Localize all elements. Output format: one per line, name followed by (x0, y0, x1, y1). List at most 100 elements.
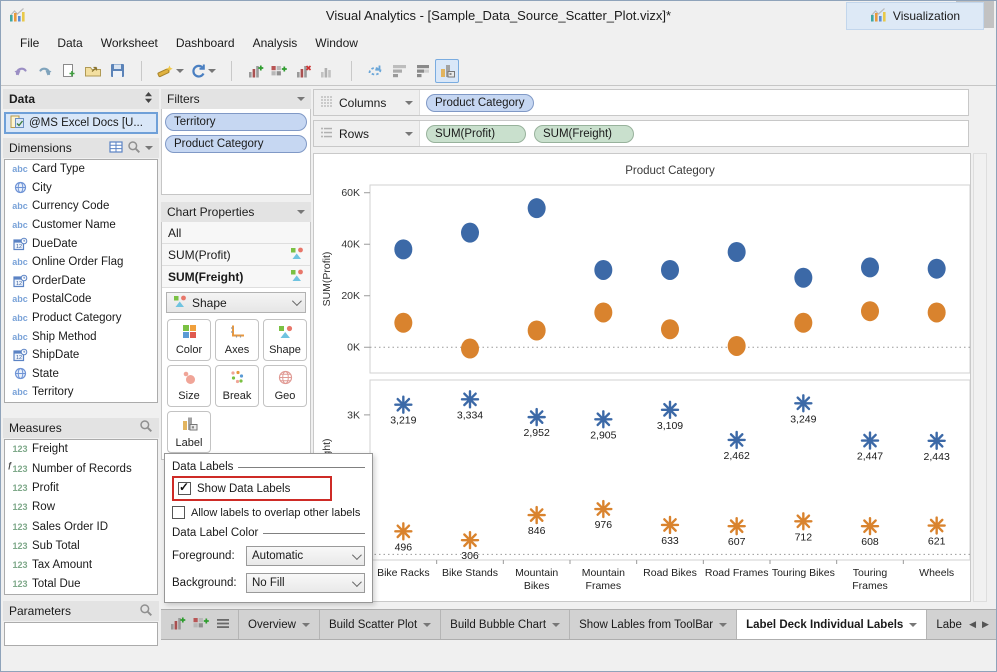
newfile-button[interactable] (57, 59, 81, 83)
sep-button[interactable] (339, 59, 363, 83)
data-point[interactable] (594, 410, 613, 429)
chartdel-button[interactable] (291, 59, 315, 83)
data-point[interactable] (860, 516, 880, 536)
chartsel-button[interactable] (435, 58, 459, 83)
data-point[interactable] (461, 338, 479, 359)
data-point[interactable] (394, 395, 413, 414)
sort1-button[interactable] (387, 59, 411, 83)
menu-item[interactable]: Worksheet (92, 32, 167, 54)
sheet-tab[interactable]: Label Deck Individual Labels (737, 610, 928, 639)
color-button[interactable]: Color (167, 319, 211, 361)
data-point[interactable] (460, 390, 480, 409)
size-button[interactable]: Size (167, 365, 211, 407)
shelf-pill[interactable]: Product Category (426, 93, 534, 112)
dimension-item[interactable]: abc Customer Name (5, 216, 157, 235)
property-target-row[interactable]: SUM(Freight) (162, 266, 310, 288)
geo-button[interactable]: Geo (263, 365, 307, 407)
data-point[interactable] (594, 259, 613, 280)
data-point[interactable] (927, 258, 946, 279)
data-point[interactable] (394, 522, 413, 541)
foreground-select[interactable]: Automatic (246, 546, 365, 566)
filter-pill[interactable]: Product Category (165, 135, 307, 153)
data-point[interactable] (727, 516, 746, 536)
dimension-item[interactable]: abc Currency Code (5, 197, 157, 216)
search-icon[interactable] (127, 140, 141, 157)
shelf-pill[interactable]: SUM(Profit) (426, 124, 526, 143)
measure-item[interactable]: 123 Profit (5, 478, 157, 497)
folder-button[interactable] (81, 59, 105, 83)
redo-button[interactable] (33, 59, 57, 83)
property-target-row[interactable]: SUM(Profit) (162, 244, 310, 266)
data-point[interactable] (860, 431, 880, 450)
data-point[interactable] (527, 320, 546, 341)
property-target-row[interactable]: All (162, 222, 310, 244)
data-point[interactable] (394, 312, 413, 333)
label-button[interactable]: Label (167, 411, 211, 453)
sheet-tab[interactable]: Build Bubble Chart (441, 610, 571, 639)
data-point[interactable] (794, 394, 813, 413)
measure-item[interactable]: 123 Total Due (5, 575, 157, 594)
data-point[interactable] (727, 430, 746, 450)
dimension-item[interactable]: City (5, 179, 157, 198)
chevron-down-icon[interactable] (405, 100, 413, 105)
data-point[interactable] (794, 312, 813, 333)
save-button[interactable] (105, 59, 129, 83)
show-data-labels-checkbox[interactable] (178, 480, 191, 495)
data-point[interactable] (927, 516, 946, 535)
dimension-item[interactable]: abc PostalCode (5, 290, 157, 309)
dimension-item[interactable]: abc Product Category (5, 309, 157, 328)
data-point[interactable] (461, 222, 479, 243)
sheet-menu-icon[interactable] (216, 618, 230, 632)
sort2-button[interactable] (411, 59, 435, 83)
menu-item[interactable]: Window (306, 32, 367, 54)
shape-dropdown[interactable]: Shape (166, 292, 306, 313)
data-point[interactable] (794, 512, 813, 531)
sort-updown-icon[interactable] (144, 91, 153, 107)
dimension-item[interactable]: 12 OrderDate (5, 272, 157, 291)
dimension-item[interactable]: abc Territory (5, 383, 157, 402)
new-worksheet-icon[interactable] (192, 615, 210, 634)
gridadd-button[interactable] (267, 59, 291, 83)
chevron-down-icon[interactable] (297, 210, 305, 214)
new-viewsheet-icon[interactable] (169, 615, 186, 634)
search-icon[interactable] (139, 603, 153, 620)
dimension-item[interactable]: abc Ship Method (5, 327, 157, 346)
tab-scroll-left-icon[interactable]: ◀ (969, 619, 976, 630)
overlap-labels-checkbox[interactable] (172, 506, 185, 519)
data-point[interactable] (594, 302, 613, 323)
data-point[interactable] (727, 241, 746, 262)
sheet-tab[interactable]: Overview (238, 610, 320, 639)
break-button[interactable]: Break (215, 365, 259, 407)
data-point[interactable] (660, 400, 680, 420)
shelf-pill[interactable]: SUM(Freight) (534, 124, 634, 143)
data-point[interactable] (794, 267, 813, 288)
data-point[interactable] (727, 335, 746, 356)
data-point[interactable] (527, 505, 546, 525)
axes-button[interactable]: Axes (215, 319, 259, 361)
dimension-item[interactable]: abc Card Type (5, 160, 157, 179)
chartadd-button[interactable] (243, 59, 267, 83)
chevron-down-icon[interactable] (297, 97, 305, 101)
measure-item[interactable]: 123 Row (5, 498, 157, 517)
measure-item[interactable]: 123 Sales Order ID (5, 517, 157, 536)
table-icon[interactable] (109, 140, 123, 156)
chevron-down-icon[interactable] (405, 131, 413, 136)
chartgray-button[interactable] (315, 59, 339, 83)
show-data-labels-row[interactable]: Show Data Labels (178, 480, 326, 497)
measure-item[interactable]: 123 Sub Total (5, 536, 157, 555)
data-point[interactable] (661, 319, 679, 340)
visualization-tab[interactable]: Visualization (846, 2, 984, 30)
menu-item[interactable]: File (11, 32, 48, 54)
menu-item[interactable]: Data (48, 32, 91, 54)
dimension-item[interactable]: State (5, 365, 157, 384)
rotate-button[interactable] (363, 59, 387, 83)
data-source-item[interactable]: @MS Excel Docs [U... (4, 112, 158, 134)
sep-button[interactable] (129, 59, 153, 83)
undo-button[interactable] (9, 59, 33, 83)
background-select[interactable]: No Fill (246, 573, 365, 593)
filter-pill[interactable]: Territory (165, 113, 307, 131)
measure-item[interactable]: ƒ 123 Number of Records (5, 459, 157, 478)
data-point[interactable] (861, 301, 879, 322)
shape-button[interactable]: Shape (263, 319, 307, 361)
wand-button[interactable] (153, 59, 187, 83)
